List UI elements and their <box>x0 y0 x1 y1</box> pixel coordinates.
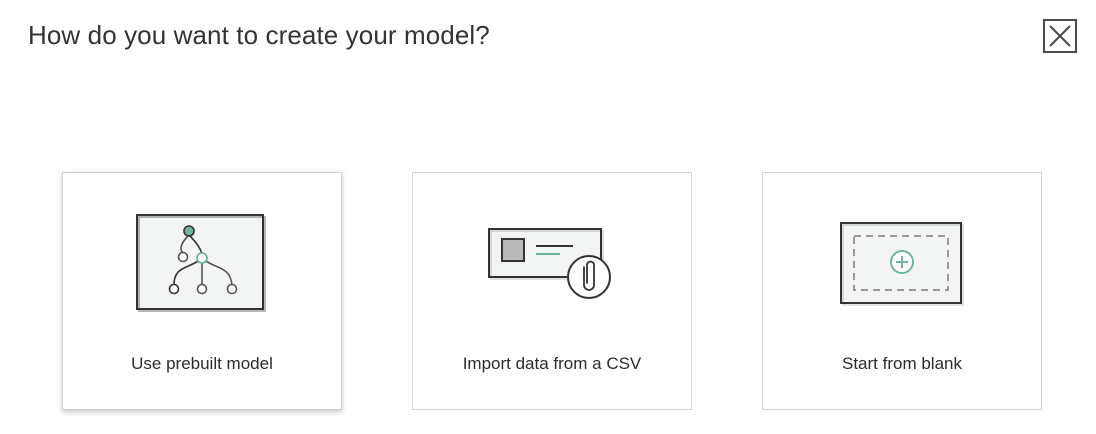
model-tree-icon <box>136 214 266 312</box>
close-button[interactable] <box>1043 19 1077 53</box>
dialog-title: How do you want to create your model? <box>28 20 490 50</box>
option-card-prebuilt-model[interactable]: Use prebuilt model <box>62 172 342 410</box>
option-label: Import data from a CSV <box>462 354 642 373</box>
option-card-start-blank[interactable]: Start from blank <box>762 172 1042 410</box>
option-card-import-csv[interactable]: Import data from a CSV <box>412 172 692 410</box>
blank-add-icon <box>840 222 964 306</box>
option-label: Use prebuilt model <box>131 354 273 373</box>
option-label: Start from blank <box>842 354 962 373</box>
csv-attachment-icon <box>488 228 611 299</box>
close-icon <box>1049 25 1071 47</box>
